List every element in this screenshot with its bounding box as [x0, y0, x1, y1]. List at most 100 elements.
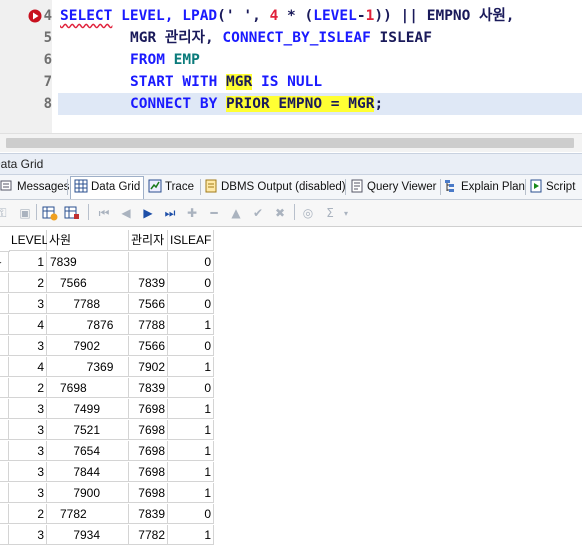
- cell-level[interactable]: 3: [9, 441, 47, 461]
- column-header-manager[interactable]: 관리자: [129, 230, 168, 251]
- cell-employee[interactable]: 7876: [47, 315, 129, 335]
- current-row-indicator[interactable]: ▸: [0, 252, 9, 272]
- export-grid-icon[interactable]: [42, 205, 58, 221]
- cell-manager[interactable]: [129, 252, 168, 272]
- cell-employee[interactable]: 7499: [47, 399, 129, 419]
- cell-manager[interactable]: 7566: [129, 336, 168, 356]
- row-indicator[interactable]: [0, 357, 9, 377]
- cell-employee[interactable]: 7844: [47, 462, 129, 482]
- cell-manager[interactable]: 7839: [129, 504, 168, 524]
- table-row[interactable]: 3 7499 7698 1: [0, 399, 214, 420]
- table-row[interactable]: 3 7902 7566 0: [0, 336, 214, 357]
- refresh-icon[interactable]: ◎: [300, 205, 316, 221]
- chevron-down-icon[interactable]: ▾: [338, 205, 354, 221]
- row-indicator[interactable]: [0, 336, 9, 356]
- cell-level[interactable]: 3: [9, 399, 47, 419]
- cell-level[interactable]: 2: [9, 378, 47, 398]
- table-row[interactable]: 2 7566 7839 0: [0, 273, 214, 294]
- tab-script[interactable]: Script: [529, 177, 575, 197]
- cell-manager[interactable]: 7788: [129, 315, 168, 335]
- row-indicator[interactable]: [0, 525, 9, 545]
- table-row[interactable]: ▸ 17839 0: [0, 252, 214, 273]
- cell-manager[interactable]: 7698: [129, 483, 168, 503]
- cell-isleaf[interactable]: 1: [168, 399, 214, 419]
- cell-isleaf[interactable]: 0: [168, 252, 214, 272]
- table-row[interactable]: 3 7654 7698 1: [0, 441, 214, 462]
- cell-employee[interactable]: 7900: [47, 483, 129, 503]
- cell-employee[interactable]: 7654: [47, 441, 129, 461]
- code-line-8[interactable]: 8 CONNECT BY PRIOR EMPNO = MGR;: [0, 93, 582, 115]
- cell-level[interactable]: 4: [9, 357, 47, 377]
- cell-manager[interactable]: 7698: [129, 399, 168, 419]
- sum-icon[interactable]: Σ: [322, 205, 338, 221]
- column-header-level[interactable]: LEVEL: [9, 230, 48, 251]
- row-indicator[interactable]: [0, 294, 9, 314]
- cell-manager[interactable]: 7698: [129, 462, 168, 482]
- table-row[interactable]: 4 7876 7788 1: [0, 315, 214, 336]
- lock-icon[interactable]: ⚿: [0, 205, 10, 221]
- table-row[interactable]: 3 7788 7566 0: [0, 294, 214, 315]
- last-record-icon[interactable]: ⏭: [162, 205, 178, 221]
- cell-manager[interactable]: 7902: [129, 357, 168, 377]
- table-row[interactable]: 3 7844 7698 1: [0, 462, 214, 483]
- cell-isleaf[interactable]: 0: [168, 273, 214, 293]
- cell-isleaf[interactable]: 0: [168, 294, 214, 314]
- cell-isleaf[interactable]: 1: [168, 462, 214, 482]
- row-indicator[interactable]: [0, 273, 9, 293]
- cell-isleaf[interactable]: 0: [168, 504, 214, 524]
- scrollbar-thumb[interactable]: [6, 138, 574, 148]
- cell-isleaf[interactable]: 1: [168, 525, 214, 545]
- sql-editor[interactable]: 4 SELECT LEVEL, LPAD(' ', 4 * (LEVEL-1))…: [0, 0, 582, 133]
- cell-manager[interactable]: 7566: [129, 294, 168, 314]
- cell-level[interactable]: 3: [9, 483, 47, 503]
- code-line-4[interactable]: 4 SELECT LEVEL, LPAD(' ', 4 * (LEVEL-1))…: [0, 5, 582, 27]
- breakpoint-icon[interactable]: [28, 9, 42, 23]
- cell-manager[interactable]: 7839: [129, 378, 168, 398]
- cell-employee[interactable]: 7566: [47, 273, 129, 293]
- row-indicator[interactable]: [0, 504, 9, 524]
- tab-explain-plan[interactable]: Explain Plan: [444, 177, 525, 197]
- delete-record-icon[interactable]: ━: [206, 205, 222, 221]
- cell-level[interactable]: 3: [9, 462, 47, 482]
- cell-level[interactable]: 3: [9, 294, 47, 314]
- first-record-icon[interactable]: ⏮: [96, 205, 112, 221]
- cell-level[interactable]: 1: [9, 252, 47, 272]
- row-indicator[interactable]: [0, 462, 9, 482]
- cell-isleaf[interactable]: 1: [168, 441, 214, 461]
- editor-horizontal-scrollbar[interactable]: [0, 133, 582, 152]
- cell-manager[interactable]: 7698: [129, 441, 168, 461]
- post-edit-icon[interactable]: ✔: [250, 205, 266, 221]
- table-row[interactable]: 2 7698 7839 0: [0, 378, 214, 399]
- cell-employee[interactable]: 7369: [47, 357, 129, 377]
- cell-isleaf[interactable]: 1: [168, 483, 214, 503]
- cell-employee[interactable]: 7839: [47, 252, 129, 272]
- cell-employee[interactable]: 7788: [47, 294, 129, 314]
- row-indicator[interactable]: [0, 315, 9, 335]
- cell-manager[interactable]: 7839: [129, 273, 168, 293]
- column-header-isleaf[interactable]: ISLEAF: [168, 230, 214, 251]
- cell-level[interactable]: 2: [9, 273, 47, 293]
- cancel-edit-icon[interactable]: ✖: [272, 205, 288, 221]
- tab-data-grid[interactable]: Data Grid: [70, 176, 145, 199]
- code-line-7[interactable]: 7 START WITH MGR IS NULL: [0, 71, 582, 93]
- column-header-employee[interactable]: 사원: [47, 230, 129, 251]
- code-line-6[interactable]: 6 FROM EMP: [0, 49, 582, 71]
- tab-dbms-output[interactable]: DBMS Output (disabled): [204, 177, 346, 197]
- cell-manager[interactable]: 7698: [129, 420, 168, 440]
- row-indicator[interactable]: [0, 399, 9, 419]
- cell-isleaf[interactable]: 1: [168, 357, 214, 377]
- cell-employee[interactable]: 7698: [47, 378, 129, 398]
- grid-options-icon[interactable]: [64, 205, 80, 221]
- cell-employee[interactable]: 7782: [47, 504, 129, 524]
- insert-record-icon[interactable]: ✚: [184, 205, 200, 221]
- code-line-5[interactable]: 5 MGR 관리자, CONNECT_BY_ISLEAF ISLEAF: [0, 27, 582, 49]
- cell-level[interactable]: 3: [9, 525, 47, 545]
- tab-query-viewer[interactable]: Query Viewer: [350, 177, 436, 197]
- cell-employee[interactable]: 7902: [47, 336, 129, 356]
- cell-employee[interactable]: 7934: [47, 525, 129, 545]
- edit-record-icon[interactable]: ▲: [228, 205, 244, 221]
- table-row[interactable]: 4 7369 7902 1: [0, 357, 214, 378]
- cell-isleaf[interactable]: 0: [168, 378, 214, 398]
- next-record-icon[interactable]: ▶: [140, 205, 156, 221]
- cell-isleaf[interactable]: 0: [168, 336, 214, 356]
